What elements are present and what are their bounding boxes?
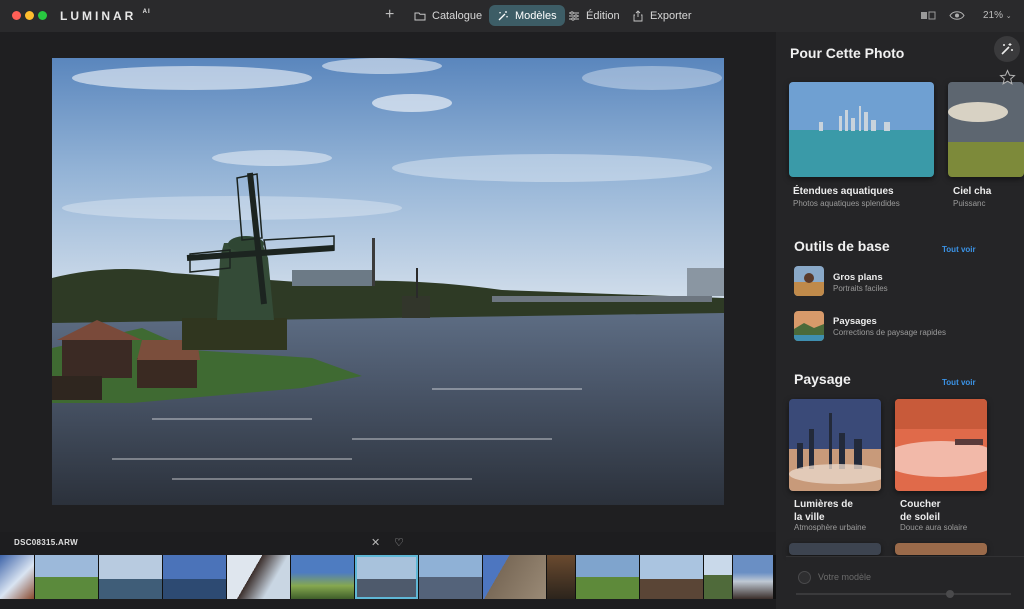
section-title-for-photo: Pour Cette Photo: [790, 45, 905, 61]
tool-closeups-thumb[interactable]: [794, 266, 824, 296]
film-thumb[interactable]: [640, 555, 703, 599]
filmstrip: [0, 555, 776, 599]
model-card-water-title: Étendues aquatiques: [793, 186, 894, 197]
model-card-sunset-title: Coucher de soleil: [900, 499, 941, 523]
app-logo: LUMINAR AI: [60, 9, 151, 23]
model-amount-slider[interactable]: [796, 590, 1011, 598]
heart-icon[interactable]: ♡: [394, 536, 404, 549]
model-card-sunset[interactable]: [895, 399, 987, 491]
film-thumb[interactable]: [704, 555, 732, 599]
minimize-window-button[interactable]: [25, 11, 34, 20]
chevron-down-icon: ⌄: [1005, 13, 1012, 20]
film-thumb[interactable]: [291, 555, 354, 599]
model-card-partial[interactable]: [789, 543, 881, 555]
tab-catalogue-label: Catalogue: [432, 9, 483, 22]
tool-closeups-title[interactable]: Gros plans: [833, 272, 883, 283]
tab-models[interactable]: Modèles: [489, 5, 565, 26]
tab-edition[interactable]: Édition: [560, 5, 628, 26]
share-icon: [633, 9, 643, 21]
film-thumb[interactable]: [35, 555, 98, 599]
model-card-water[interactable]: [789, 82, 934, 177]
export-button-label: Exporter: [650, 9, 692, 22]
model-card-sky-sub: Puissanc: [953, 199, 986, 208]
film-thumb[interactable]: [419, 555, 482, 599]
section-title-landscape: Paysage: [794, 371, 851, 387]
sliders-icon: [569, 10, 579, 21]
see-all-basic-link[interactable]: Tout voir: [942, 245, 976, 254]
zoom-level: 21%: [983, 10, 1004, 21]
magic-wand-icon: [498, 10, 508, 20]
tool-closeups-sub: Portraits faciles: [833, 284, 888, 293]
film-thumb[interactable]: [547, 555, 575, 599]
film-thumb[interactable]: [99, 555, 162, 599]
tool-landscapes-thumb[interactable]: [794, 311, 824, 341]
model-card-city-lights[interactable]: [789, 399, 881, 491]
section-title-basic-tools: Outils de base: [794, 238, 890, 254]
eye-icon[interactable]: [949, 10, 965, 21]
slider-handle[interactable]: [946, 590, 954, 598]
film-thumb-selected[interactable]: [355, 555, 418, 599]
main-photo[interactable]: [52, 58, 724, 505]
my-model-radio[interactable]: [798, 571, 811, 584]
model-card-city-lights-sub: Atmosphère urbaine: [794, 523, 867, 532]
zoom-window-button[interactable]: [38, 11, 47, 20]
model-card-sunset-sub: Douce aura solaire: [900, 523, 968, 532]
close-window-button[interactable]: [12, 11, 21, 20]
export-button[interactable]: Exporter: [624, 5, 700, 26]
film-thumb[interactable]: [576, 555, 639, 599]
folder-icon: [414, 12, 426, 20]
film-thumb[interactable]: [0, 555, 34, 599]
models-magic-wand-button[interactable]: [994, 36, 1020, 62]
model-card-water-sub: Photos aquatiques splendides: [793, 199, 900, 208]
tab-models-label: Modèles: [515, 9, 557, 22]
film-thumb[interactable]: [483, 555, 546, 599]
model-card-sky-title: Ciel cha: [953, 186, 992, 197]
model-card-sky[interactable]: [948, 82, 1024, 177]
zoom-dropdown[interactable]: 21% ⌄: [983, 10, 1012, 21]
film-thumb[interactable]: [163, 555, 226, 599]
models-panel: Pour Cette Photo Étendues aquatiques Pho…: [776, 32, 1024, 609]
my-model-bar: Votre modèle: [786, 556, 1024, 609]
tab-edition-label: Édition: [586, 9, 620, 22]
title-bar: LUMINAR AI + Catalogue Modèles Édition E…: [0, 0, 1024, 32]
film-thumb[interactable]: [227, 555, 290, 599]
compare-view-icon[interactable]: [920, 10, 936, 21]
tool-landscapes-title[interactable]: Paysages: [833, 316, 877, 327]
model-card-city-lights-title: Lumières de la ville: [794, 499, 853, 523]
see-all-landscape-link[interactable]: Tout voir: [942, 378, 976, 387]
my-model-label: Votre modèle: [818, 572, 872, 582]
star-icon[interactable]: [999, 69, 1016, 86]
model-card-partial[interactable]: [895, 543, 987, 555]
magic-wand-icon: [1001, 43, 1013, 55]
image-canvas: [0, 32, 776, 532]
file-name: DSC08315.ARW: [14, 538, 78, 547]
tool-landscapes-sub: Corrections de paysage rapides: [833, 328, 946, 337]
film-thumb[interactable]: [733, 555, 773, 599]
add-photos-button[interactable]: +: [385, 6, 394, 24]
reject-icon[interactable]: ✕: [371, 536, 380, 549]
tab-catalogue[interactable]: Catalogue: [406, 5, 490, 26]
